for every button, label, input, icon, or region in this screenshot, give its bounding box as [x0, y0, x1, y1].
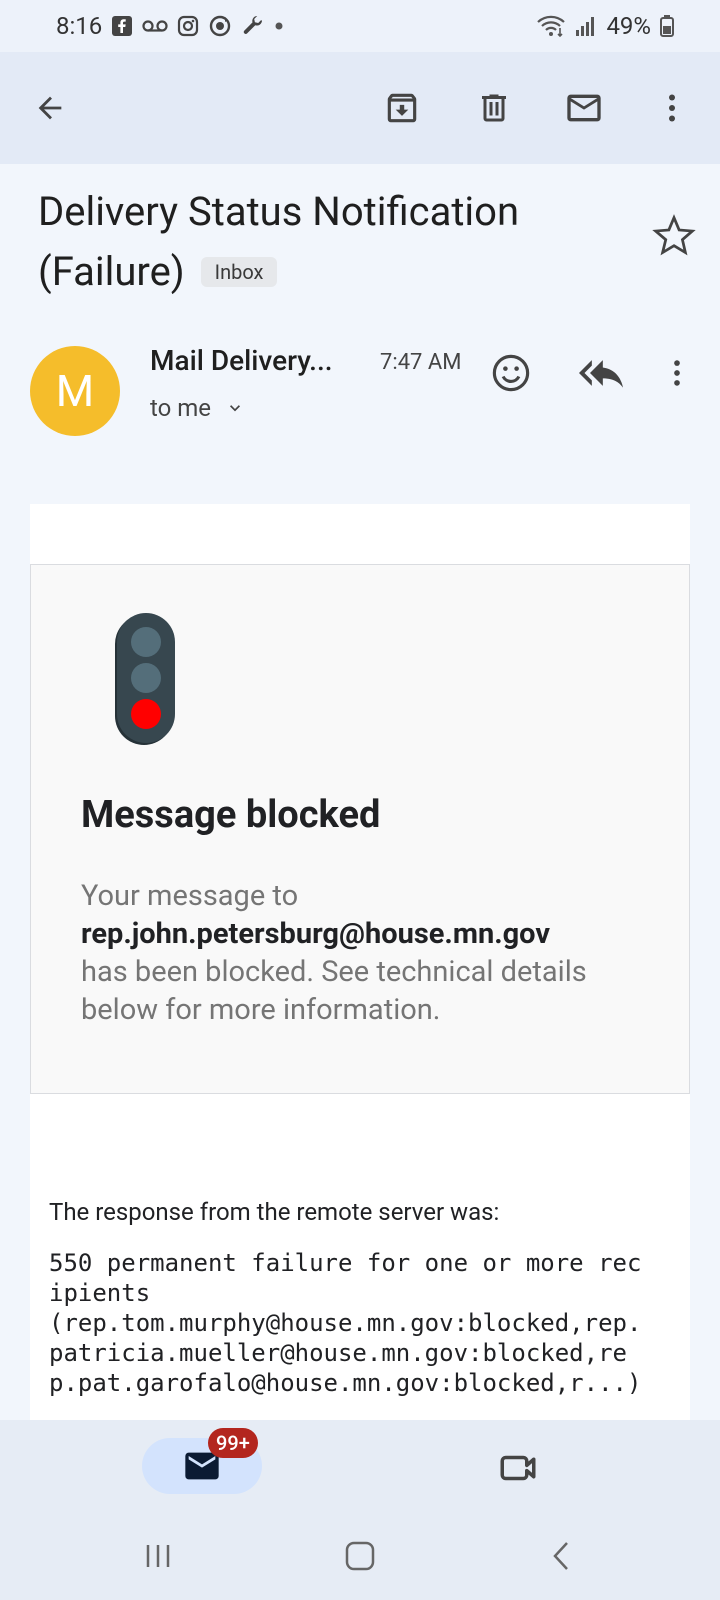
subject-text: Delivery Status Notification (Failure)	[38, 188, 520, 295]
archive-icon	[387, 93, 417, 123]
message-body: Message blocked Your message to rep.john…	[30, 504, 690, 1420]
more-vert-icon	[674, 360, 680, 386]
star-button[interactable]	[652, 214, 700, 262]
inbox-label[interactable]: Inbox	[200, 257, 278, 287]
email-content: Delivery Status Notification (Failure) I…	[0, 164, 720, 1420]
more-options-button[interactable]	[644, 80, 700, 136]
notice-details: has been blocked. See technical details …	[81, 955, 587, 1027]
status-time: 8:16	[56, 12, 103, 40]
recipient-text: to me	[150, 394, 212, 422]
notice-message: Your message to rep.john.petersburg@hous…	[81, 877, 661, 1029]
sender-avatar[interactable]: M	[30, 346, 120, 436]
home-button[interactable]	[336, 1534, 384, 1578]
instagram-icon	[177, 15, 199, 37]
traffic-light-icon	[115, 613, 175, 749]
meet-video-icon	[500, 1455, 536, 1481]
email-time: 7:47 AM	[380, 350, 462, 375]
notice-title: Message blocked	[81, 793, 381, 837]
mark-unread-icon	[567, 94, 601, 122]
recipient-details-toggle[interactable]: to me	[150, 394, 245, 422]
voicemail-icon	[142, 18, 168, 34]
email-toolbar	[0, 52, 720, 164]
nav-meet[interactable]	[492, 1442, 544, 1494]
dot-icon	[274, 21, 284, 31]
more-vert-icon	[669, 94, 675, 122]
status-bar: 8:16 49%	[0, 0, 720, 52]
back-button[interactable]	[22, 80, 78, 136]
home-icon	[345, 1541, 375, 1571]
response-label: The response from the remote server was:	[49, 1198, 500, 1226]
battery-icon	[660, 15, 674, 37]
message-more-button[interactable]	[650, 346, 704, 400]
delete-button[interactable]	[466, 80, 522, 136]
facebook-icon	[111, 15, 133, 37]
mark-unread-button[interactable]	[556, 80, 612, 136]
emoji-icon	[492, 354, 530, 392]
wrench-icon	[241, 14, 265, 38]
system-back-icon	[553, 1542, 568, 1570]
notice-intro: Your message to	[81, 879, 299, 913]
battery-percent: 49%	[606, 12, 651, 40]
blocked-address: rep.john.petersburg@house.mn.gov	[81, 917, 551, 951]
back-arrow-icon	[38, 96, 62, 120]
system-back-button[interactable]	[538, 1534, 586, 1578]
delete-icon	[482, 94, 506, 122]
reply-all-button[interactable]	[574, 346, 628, 400]
signal-icon	[575, 15, 597, 37]
sync-icon	[208, 14, 232, 38]
star-icon	[652, 214, 696, 256]
bottom-navigation: 99+	[0, 1420, 720, 1510]
system-navigation	[0, 1510, 720, 1600]
blocked-notice: Message blocked Your message to rep.john…	[30, 564, 690, 1094]
recent-apps-button[interactable]	[134, 1534, 182, 1578]
reply-all-icon	[579, 360, 623, 388]
email-subject: Delivery Status Notification (Failure) I…	[38, 182, 618, 302]
response-text: 550 permanent failure for one or more re…	[49, 1249, 642, 1397]
sender-name[interactable]: Mail Delivery...	[150, 344, 333, 377]
add-reaction-button[interactable]	[484, 346, 538, 400]
unread-count-badge: 99+	[208, 1428, 258, 1458]
recent-apps-icon	[146, 1545, 170, 1567]
wifi-icon	[536, 14, 566, 38]
chevron-down-icon	[230, 405, 241, 412]
archive-button[interactable]	[374, 80, 430, 136]
